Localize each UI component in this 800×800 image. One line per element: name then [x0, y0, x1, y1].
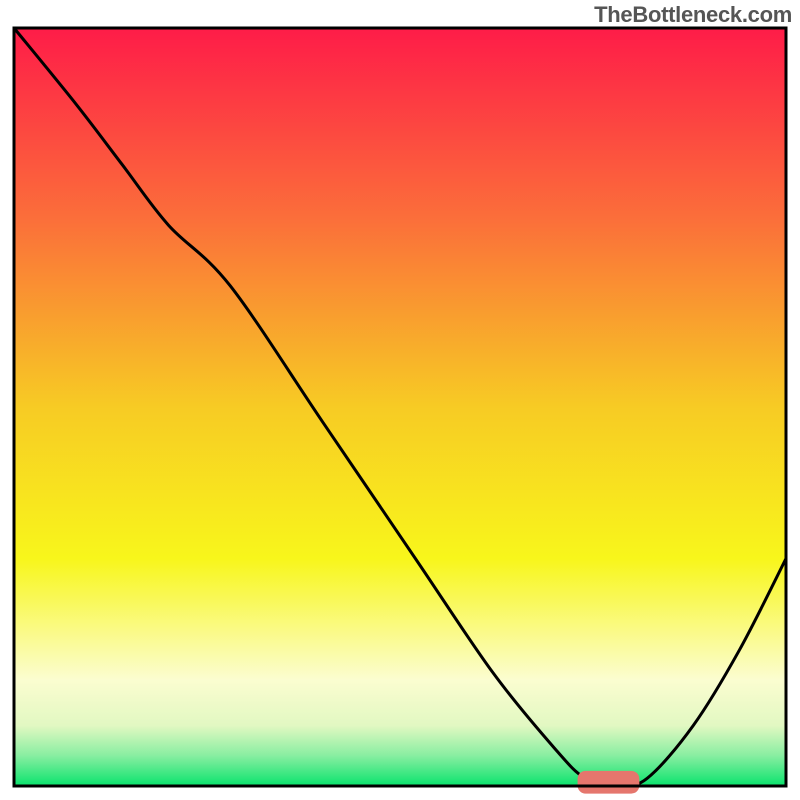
bottleneck-chart: TheBottleneck.com	[0, 0, 800, 800]
plot-background	[14, 28, 786, 786]
optimal-marker	[578, 771, 640, 794]
watermark-text: TheBottleneck.com	[594, 2, 792, 28]
chart-svg	[0, 0, 800, 800]
